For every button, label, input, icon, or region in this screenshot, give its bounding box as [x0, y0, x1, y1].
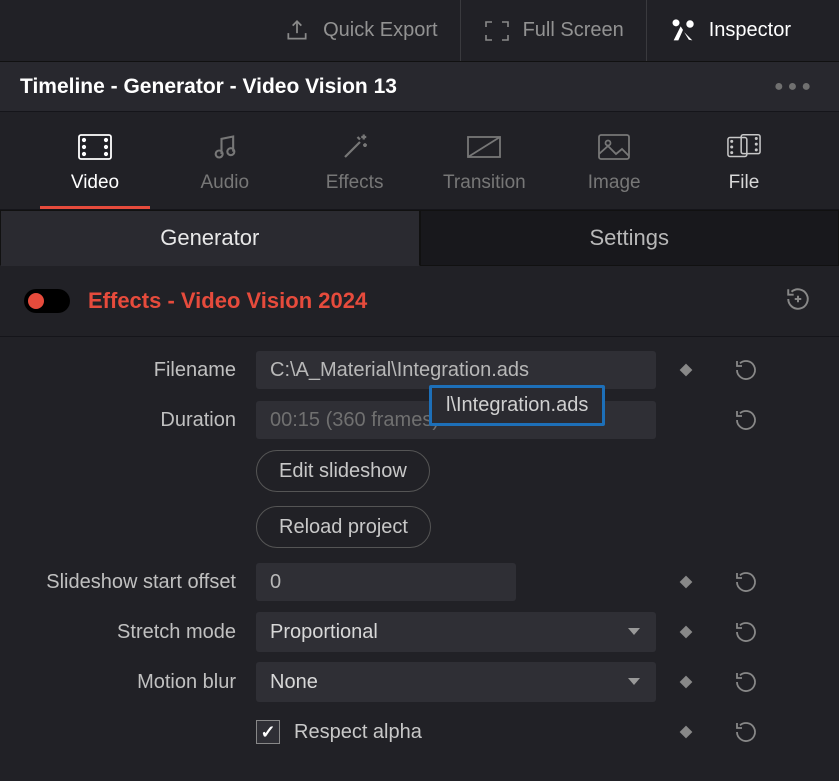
pill-tabs: Generator Settings — [0, 210, 839, 266]
tab-audio[interactable]: Audio — [170, 132, 280, 209]
image-icon — [597, 132, 631, 162]
quick-export-label: Quick Export — [323, 19, 437, 42]
filename-keyframe[interactable] — [656, 362, 716, 378]
tab-effects-label: Effects — [326, 172, 384, 194]
inspector-icon — [669, 17, 697, 45]
effects-icon — [338, 132, 372, 162]
top-toolbar: Quick Export Full Screen Inspector — [0, 0, 839, 62]
row-reload-project: Reload project — [24, 501, 815, 557]
page-title: Timeline - Generator - Video Vision 13 — [20, 75, 397, 99]
subheader: Timeline - Generator - Video Vision 13 ●… — [0, 62, 839, 112]
video-icon — [78, 132, 112, 162]
section-enable-toggle[interactable] — [24, 289, 70, 313]
duration-label: Duration — [24, 409, 256, 432]
row-slideshow-offset: Slideshow start offset — [24, 557, 815, 607]
inspector-button[interactable]: Inspector — [646, 0, 813, 61]
motion-blur-value: None — [270, 671, 318, 694]
motion-blur-reset[interactable] — [716, 670, 776, 694]
category-tabs: Video Audio Effects Transition Image Fil… — [0, 112, 839, 210]
section-header: Effects - Video Vision 2024 — [0, 266, 839, 337]
full-screen-button[interactable]: Full Screen — [460, 0, 646, 61]
quick-export-button[interactable]: Quick Export — [261, 0, 459, 61]
respect-alpha-label: Respect alpha — [294, 721, 422, 744]
full-screen-label: Full Screen — [523, 19, 624, 42]
filename-label: Filename — [24, 359, 256, 382]
row-motion-blur: Motion blur None — [24, 657, 815, 707]
tab-effects[interactable]: Effects — [300, 132, 410, 209]
stretch-mode-reset[interactable] — [716, 620, 776, 644]
stretch-mode-label: Stretch mode — [24, 621, 256, 644]
motion-blur-label: Motion blur — [24, 671, 256, 694]
row-duration: Duration — [24, 395, 815, 445]
stretch-mode-keyframe[interactable] — [656, 624, 716, 640]
audio-icon — [208, 132, 242, 162]
edit-slideshow-button[interactable]: Edit slideshow — [256, 450, 430, 492]
row-respect-alpha: ✓ Respect alpha — [24, 707, 815, 757]
motion-blur-select[interactable]: None — [256, 662, 656, 702]
row-filename: Filename — [24, 345, 815, 395]
filename-input[interactable] — [256, 351, 656, 389]
tab-transition[interactable]: Transition — [429, 132, 539, 209]
section-title: Effects - Video Vision 2024 — [88, 288, 367, 314]
file-icon — [727, 132, 761, 162]
filename-reset[interactable] — [716, 358, 776, 382]
tab-generator[interactable]: Generator — [0, 210, 420, 266]
row-stretch-mode: Stretch mode Proportional — [24, 607, 815, 657]
fullscreen-icon — [483, 17, 511, 45]
menu-dots-icon[interactable]: ●●● — [770, 78, 819, 96]
slideshow-offset-input[interactable] — [256, 563, 516, 601]
stretch-mode-value: Proportional — [270, 621, 378, 644]
respect-alpha-reset[interactable] — [716, 720, 776, 744]
respect-alpha-keyframe[interactable] — [656, 724, 716, 740]
inspector-label: Inspector — [709, 19, 791, 42]
stretch-mode-select[interactable]: Proportional — [256, 612, 656, 652]
tab-image[interactable]: Image — [559, 132, 669, 209]
tab-audio-label: Audio — [200, 172, 249, 194]
tab-file-label: File — [729, 172, 760, 194]
tab-settings[interactable]: Settings — [420, 210, 839, 266]
slideshow-offset-keyframe[interactable] — [656, 574, 716, 590]
tab-file[interactable]: File — [689, 132, 799, 209]
duration-reset[interactable] — [716, 408, 776, 432]
tab-video[interactable]: Video — [40, 132, 150, 209]
duration-input — [256, 401, 656, 439]
slideshow-offset-label: Slideshow start offset — [24, 571, 256, 594]
tab-image-label: Image — [588, 172, 641, 194]
respect-alpha-checkbox[interactable]: ✓ — [256, 720, 280, 744]
properties-panel: Filename Duration Edit slideshow Reload … — [0, 337, 839, 781]
reset-add-icon[interactable] — [785, 286, 815, 316]
transition-icon — [467, 132, 501, 162]
slideshow-offset-reset[interactable] — [716, 570, 776, 594]
tab-video-label: Video — [71, 172, 119, 194]
motion-blur-keyframe[interactable] — [656, 674, 716, 690]
export-icon — [283, 17, 311, 45]
reload-project-button[interactable]: Reload project — [256, 506, 431, 548]
tab-transition-label: Transition — [443, 172, 526, 194]
row-edit-slideshow: Edit slideshow — [24, 445, 815, 501]
